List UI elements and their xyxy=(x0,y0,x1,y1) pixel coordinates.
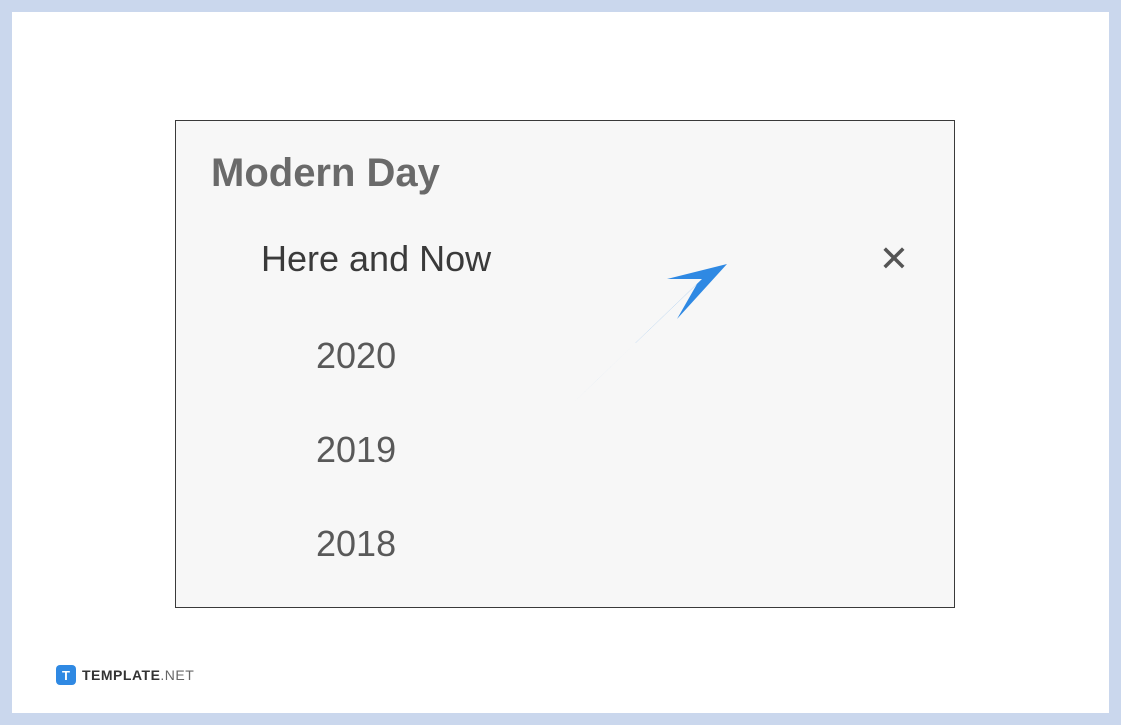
outline-sub-label: 2018 xyxy=(316,523,396,564)
watermark: T TEMPLATE.NET xyxy=(56,665,194,685)
outline-item-row[interactable]: Here and Now ✕ xyxy=(211,238,919,280)
outline-sub-item[interactable]: 2020 xyxy=(211,335,919,377)
outline-panel: Modern Day Here and Now ✕ 2020 2019 2018 xyxy=(175,120,955,608)
watermark-logo-icon: T xyxy=(56,665,76,685)
outline-item-label: Here and Now xyxy=(261,238,491,280)
outline-sub-item[interactable]: 2018 xyxy=(211,523,919,565)
outline-sub-label: 2019 xyxy=(316,429,396,470)
outline-sub-item[interactable]: 2019 xyxy=(211,429,919,471)
watermark-text: TEMPLATE.NET xyxy=(82,667,194,683)
close-icon[interactable]: ✕ xyxy=(879,241,909,277)
outline-sub-label: 2020 xyxy=(316,335,396,376)
content-frame: Modern Day Here and Now ✕ 2020 2019 2018… xyxy=(12,12,1109,713)
panel-title: Modern Day xyxy=(211,151,919,196)
